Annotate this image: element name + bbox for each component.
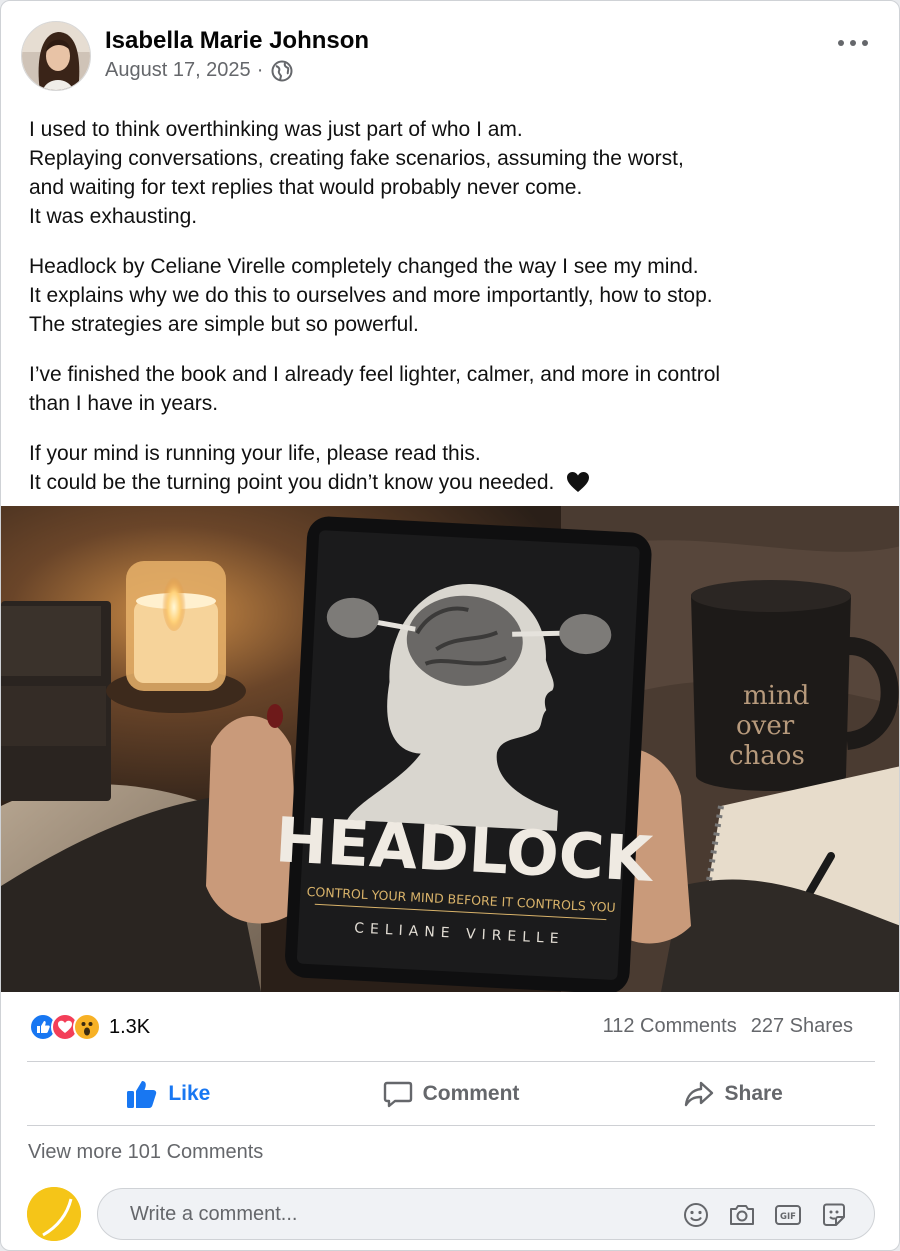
comment-label: Comment [422,1082,520,1105]
emoji-icon[interactable] [682,1201,710,1229]
comment-tools: GIF [682,1201,848,1229]
like-label: Like [168,1082,211,1105]
user-avatar[interactable] [27,1187,81,1241]
author-avatar[interactable] [21,21,91,91]
comment-bubble-icon [383,1081,412,1108]
share-label: Share [724,1082,783,1105]
reaction-summary[interactable]: 1.3K [29,1011,150,1043]
post-actions: Like Comment Share [27,1063,875,1125]
divider [27,1125,875,1126]
view-more-comments-link[interactable]: View more 101 Comments [28,1141,263,1164]
share-arrow-icon [685,1081,714,1107]
text-line: It could be the turning point you didn’t… [29,471,555,494]
svg-text:GIF: GIF [780,1212,796,1222]
post-meta: August 17, 2025 · [105,59,293,82]
comment-composer: GIF [27,1187,875,1241]
text-line: If your mind is running your life, pleas… [29,442,481,465]
mug-text-2: over [736,711,795,741]
more-dots-icon [838,40,868,46]
shares-count[interactable]: 227 Shares [751,1015,853,1038]
mug-text-3: chaos [729,741,805,771]
engagement-counts: 112 Comments 227 Shares [603,1015,853,1038]
text-line: It explains why we do this to ourselves … [29,284,713,307]
meta-separator: · [256,59,264,81]
text-line: It was exhausting. [29,205,198,228]
text-line: I used to think overthinking was just pa… [29,118,523,141]
paragraph-4: If your mind is running your life, pleas… [29,439,869,497]
post-card: Isabella Marie Johnson August 17, 2025 · [0,0,900,1251]
comments-count[interactable]: 112 Comments [603,1015,737,1038]
like-button[interactable]: Like [27,1063,310,1125]
paragraph-3: I’ve finished the book and I already fee… [29,360,869,418]
black-heart-icon [566,471,590,493]
more-options-button[interactable] [835,33,871,53]
author-name[interactable]: Isabella Marie Johnson [105,27,369,55]
text-line: Replaying conversations, creating fake s… [29,147,684,170]
thumbs-up-icon [127,1081,157,1108]
comment-input[interactable] [130,1202,650,1226]
mug-text-1: mind [743,681,809,711]
text-line-with-emoji: It could be the turning point you didn’t… [29,468,869,497]
post-text: I used to think overthinking was just pa… [29,115,869,518]
text-line: I’ve finished the book and I already fee… [29,363,721,386]
wow-reaction-icon [73,1013,101,1041]
text-line: than I have in years. [29,392,219,415]
post-photo[interactable]: mind over chaos HEADLOCK CONTROL YOUR MI… [1,506,899,992]
paragraph-1: I used to think overthinking was just pa… [29,115,869,231]
text-line: The strategies are simple but so powerfu… [29,313,419,336]
text-line: and waiting for text replies that would … [29,176,583,199]
sticker-icon[interactable] [820,1201,848,1229]
share-button[interactable]: Share [592,1063,875,1125]
globe-icon[interactable] [271,60,293,82]
post-header: Isabella Marie Johnson August 17, 2025 · [21,21,881,91]
text-line: Headlock by Celiane Virelle completely c… [29,255,699,278]
divider [27,1061,875,1062]
post-date[interactable]: August 17, 2025 [105,59,251,82]
gif-icon[interactable]: GIF [774,1201,802,1229]
reaction-count: 1.3K [109,1015,151,1038]
paragraph-2: Headlock by Celiane Virelle completely c… [29,252,869,339]
comment-input-box[interactable]: GIF [97,1188,875,1240]
comment-button[interactable]: Comment [310,1063,593,1125]
camera-icon[interactable] [728,1201,756,1229]
